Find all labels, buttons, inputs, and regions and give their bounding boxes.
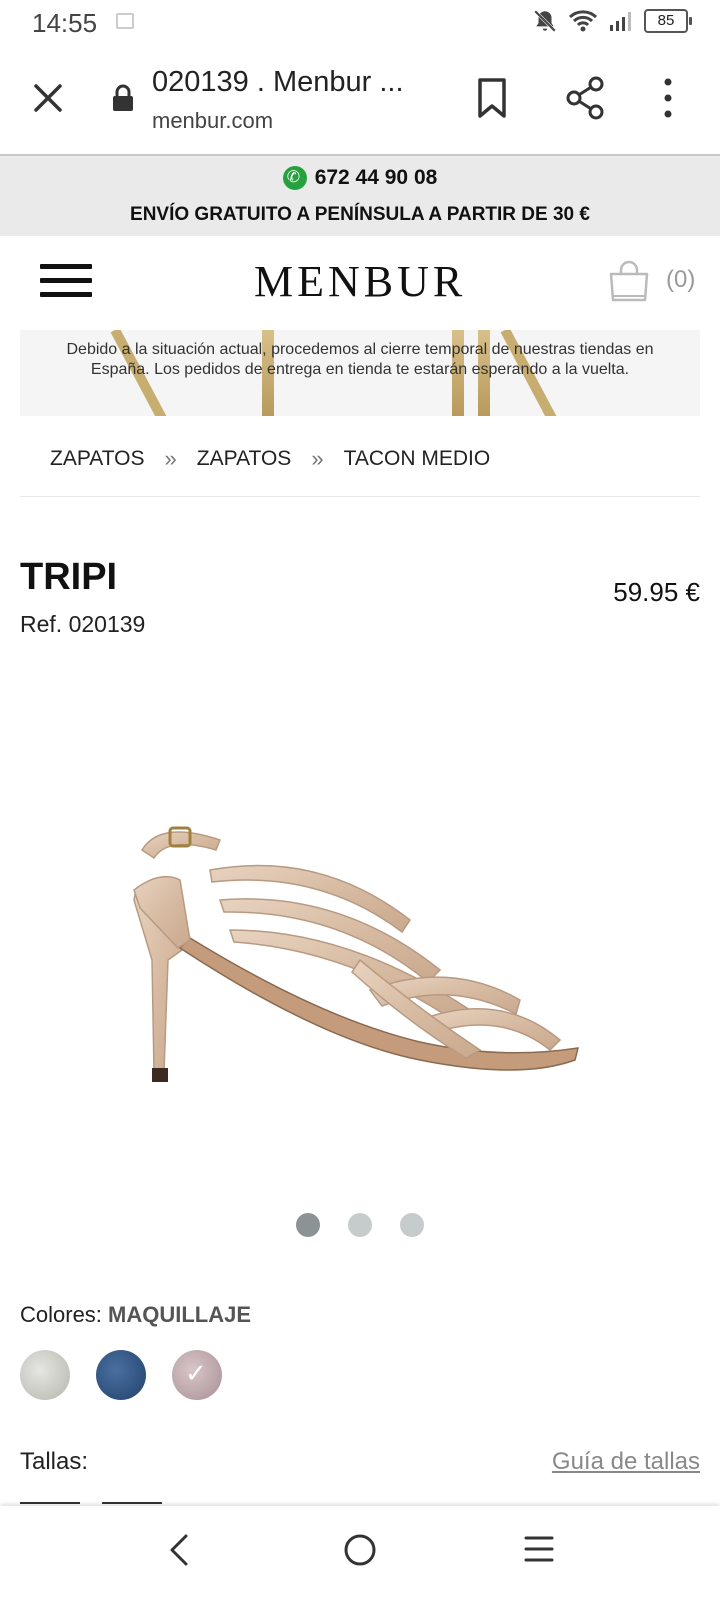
breadcrumb-separator: » — [164, 446, 177, 471]
breadcrumb-item[interactable]: TACON MEDIO — [344, 447, 491, 471]
page-title[interactable]: 020139 . Menbur ... — [152, 66, 404, 99]
shipping-notice: ENVÍO GRATUITO A PENÍNSULA A PARTIR DE 3… — [130, 204, 590, 225]
share-icon[interactable] — [564, 76, 608, 120]
product-image[interactable] — [120, 810, 600, 1120]
bell-off-icon — [534, 10, 556, 32]
carousel-dot[interactable] — [348, 1213, 372, 1237]
bookmark-icon[interactable] — [474, 76, 510, 120]
whatsapp-icon — [282, 166, 307, 190]
divider — [20, 496, 700, 497]
colors-label-text: Colores: — [20, 1302, 102, 1327]
color-swatch-navy[interactable] — [96, 1350, 146, 1400]
color-swatch-silver[interactable] — [20, 1350, 70, 1400]
status-time: 14:55 — [32, 8, 98, 38]
phone-number[interactable]: 672 44 90 08 — [315, 166, 438, 190]
status-bar: 14:55 85 — [0, 0, 720, 46]
size-guide-link[interactable]: Guía de tallas — [552, 1448, 700, 1476]
browser-toolbar: 020139 . Menbur ... menbur.com — [0, 46, 720, 156]
cart-count[interactable]: (0) — [666, 266, 695, 294]
image-notification-icon — [116, 13, 134, 29]
breadcrumb-separator: » — [311, 446, 324, 471]
info-banner: 672 44 90 08 ENVÍO GRATUITO A PENÍNSULA … — [0, 156, 720, 236]
store-notice-banner[interactable]: Debido a la situación actual, procedemos… — [20, 330, 700, 416]
close-icon[interactable] — [28, 78, 68, 118]
sizes-label: Tallas: — [20, 1448, 89, 1475]
colors-label: Colores: MAQUILLAJE — [20, 1302, 251, 1328]
site-header: MENBUR (0) — [0, 236, 720, 326]
carousel-dot[interactable] — [296, 1213, 320, 1237]
home-icon[interactable] — [340, 1530, 380, 1570]
store-notice-text: Debido a la situación actual, procedemos… — [66, 341, 654, 378]
product-price: 59.95 € — [613, 577, 700, 607]
wifi-icon — [568, 10, 598, 32]
breadcrumb: ZAPATOS » ZAPATOS » TACON MEDIO — [50, 446, 490, 472]
recents-icon[interactable] — [522, 1532, 556, 1566]
product-name: TRIPI — [20, 556, 118, 598]
carousel-dot[interactable] — [400, 1213, 424, 1237]
phone-contact[interactable]: 672 44 90 08 — [0, 166, 720, 190]
color-swatch-makeup[interactable]: ✓ — [172, 1350, 222, 1400]
status-icons: 85 — [532, 8, 692, 34]
lock-icon — [113, 84, 133, 111]
carousel-dots — [296, 1213, 424, 1237]
back-icon[interactable] — [162, 1530, 196, 1570]
check-icon: ✓ — [185, 1358, 207, 1388]
site-logo[interactable]: MENBUR — [254, 256, 466, 307]
menu-icon[interactable] — [40, 264, 92, 300]
more-options-icon[interactable] — [656, 76, 680, 120]
shopping-bag-icon[interactable] — [606, 258, 652, 304]
selected-color: MAQUILLAJE — [108, 1302, 252, 1327]
system-nav-bar — [0, 1506, 720, 1600]
breadcrumb-item[interactable]: ZAPATOS — [50, 447, 145, 471]
battery-icon: 85 — [644, 9, 692, 33]
page-domain[interactable]: menbur.com — [152, 108, 273, 134]
product-ref: Ref. 020139 — [20, 611, 146, 637]
breadcrumb-item[interactable]: ZAPATOS — [197, 447, 292, 471]
color-swatches: ✓ — [20, 1350, 222, 1400]
signal-icon — [610, 12, 631, 31]
